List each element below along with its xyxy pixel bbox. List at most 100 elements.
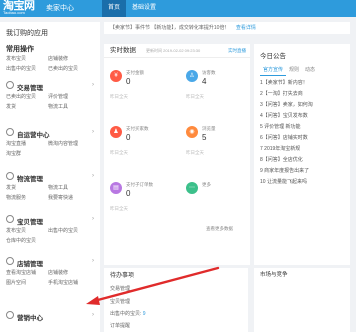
sidebar-link[interactable]: 发布宝贝 [6,55,48,62]
news-item[interactable]: 4【问答】宝贝发布数 [260,111,346,122]
self-operate-links: 淘宝直播 微淘内容管理 淘宝群 [6,140,96,157]
realtime-timestamp: 更新时间 2019-02-02 09:23:30 [146,48,201,53]
announcement-title: 今日公告 [260,53,286,60]
group-marketing[interactable]: 营销中心 [17,312,43,322]
sidebar-link[interactable]: 出售中的宝贝 [48,227,90,234]
todo-trade[interactable]: 交易管理 [110,285,130,292]
my-apps-title[interactable]: 我订购的应用 [6,28,48,38]
seller-center-title[interactable]: 卖家中心 [46,3,74,13]
sidebar-link[interactable]: 物流工具 [48,103,90,110]
chevron-right-icon: › [92,173,94,179]
sidebar-link[interactable]: 淘宝直播 [6,140,48,147]
stat-compare: 昨日全天 [110,206,128,211]
nav-item-3[interactable] [162,0,174,17]
sidebar-link[interactable]: 我要寄快递 [48,194,90,201]
todo-on-sale[interactable]: 出售中的宝贝: 9 [110,310,146,317]
stat-pageviews[interactable]: ◉ 浏览量 5 昨日全天 [180,122,244,162]
news-item[interactable]: 5 评价管理 新功能 [260,122,346,133]
news-item[interactable]: 10 让流量能飞起来吗 [260,177,346,188]
chevron-right-icon: › [92,312,94,318]
self-operate-icon [6,128,14,136]
nav-item-4[interactable] [174,0,186,17]
sidebar-link[interactable]: 发布宝贝 [6,227,48,234]
realtime-live-link[interactable]: 实时直播 [228,44,246,58]
stat-buyers[interactable]: ♟ 支付买家数 0 昨日全天 [104,122,168,162]
news-item[interactable]: 2【一淘】打失去商 [260,89,346,100]
nav-basic-settings[interactable]: 基础设置 [126,0,162,17]
today-announcement-panel: 今日公告 官方宣传 规则 动态 1【卖家节】新内容！ 2【一淘】打失去商 3【问… [254,44,350,265]
tab-dynamics[interactable]: 动态 [302,64,318,76]
stat-value: 0 [126,77,131,86]
group-self-operate[interactable]: 自运营中心 [17,129,50,139]
trade-links: 已卖出的宝贝 评价管理 发货 物流工具 [6,93,96,110]
sidebar-link[interactable]: 淘宝群 [6,150,48,157]
todo-label: 出售中的宝贝: [110,311,143,317]
chevron-right-icon: › [92,258,94,264]
sidebar-link[interactable]: 已卖出的宝贝 [48,65,90,72]
stat-label: 支付买家数 [126,126,149,131]
todo-count: 9 [142,311,146,317]
sidebar-link[interactable]: 发货 [6,103,48,110]
notice-link[interactable]: 查看详情 [236,25,256,31]
sidebar-link[interactable]: 评价管理 [48,93,90,100]
group-goods[interactable]: 宝贝管理 [17,216,43,226]
common-ops-title: 常用操作 [6,46,34,53]
chevron-right-icon: › [92,216,94,222]
news-item[interactable]: 8【问答】全店优化 [260,155,346,166]
sidebar-link[interactable]: 微淘内容管理 [48,140,90,147]
todo-panel: 待办事项 交易管理 宝贝管理 出售中的宝贝: 9 订单提醒 [104,268,248,332]
stat-compare: 昨日全天 [186,150,204,155]
chevron-right-icon: › [92,129,94,135]
news-item[interactable]: 3【问答】卖家，如何淘 [260,100,346,111]
stat-compare: 昨日全天 [110,150,128,155]
news-item[interactable]: 9 商家年度报告出来了 [260,166,346,177]
group-trade[interactable]: 交易管理 [17,82,43,92]
sidebar-link[interactable]: 出售中的宝贝 [6,65,48,72]
nav-home[interactable]: 首页 [102,0,127,17]
sidebar-link[interactable]: 店铺装修 [48,269,90,276]
logistics-icon [6,172,14,180]
sidebar-link[interactable]: 物流服务 [6,194,48,201]
sidebar-link[interactable]: 图片空间 [6,279,48,286]
stat-label: 支付金额 [126,70,144,75]
sidebar: 我订购的应用 常用操作 发布宝贝 店铺装修 出售中的宝贝 已卖出的宝贝 交易管理… [0,22,100,332]
sidebar-link[interactable]: 手机淘宝店铺 [48,279,90,286]
todo-orders[interactable]: 订单提醒 [110,322,130,329]
group-shop[interactable]: 店铺管理 [17,258,43,268]
stat-compare: 昨日全天 [110,94,128,99]
news-item[interactable]: 6【问答】店铺实时数 [260,133,346,144]
sidebar-link[interactable]: 已卖出的宝贝 [6,93,48,100]
marketing-icon [6,311,14,319]
todo-title: 待办事项 [110,273,135,279]
shop-links: 查看淘宝店铺 店铺装修 图片空间 手机淘宝店铺 [6,269,96,286]
stat-label: 访客数 [202,70,216,75]
stat-compare: 昨日全天 [186,94,204,99]
stat-visitors[interactable]: ♙ 访客数 4 昨日全天 [180,66,244,106]
stat-pay-amount[interactable]: ¥ 支付金额 0 昨日全天 [104,66,168,106]
sidebar-link[interactable]: 仓库中的宝贝 [6,237,48,244]
news-item[interactable]: 7 2019年淘宝新规 [260,144,346,155]
market-title: 市场与竞争 [260,272,288,278]
sidebar-link[interactable]: 物流工具 [48,184,90,191]
sidebar-link[interactable]: 查看淘宝店铺 [6,269,48,276]
stat-value: 0 [126,189,131,198]
market-panel: 市场与竞争 [254,268,350,332]
tab-official[interactable]: 官方宣传 [260,64,287,76]
more-data-link[interactable]: 查看更多数据 [206,226,233,232]
notice-text: 【卖家节】事件节 【新功能】，成交转化率提升10倍！ [110,25,230,31]
tab-rules[interactable]: 规则 [286,64,302,76]
taobao-logo[interactable]: 淘宝网 Taobao.com [3,1,41,16]
news-item[interactable]: 1【卖家节】新内容！ [260,78,346,89]
announcement-tabs: 官方宣传 规则 动态 [260,64,318,76]
sidebar-link[interactable]: 发货 [6,184,48,191]
stat-label: 支付子订单数 [126,182,153,187]
stat-more[interactable]: ⋯ 更多 [180,178,244,218]
chevron-right-icon: › [92,82,94,88]
sidebar-link[interactable]: 店铺装修 [48,55,90,62]
top-nav: 首页 基础设置 [102,0,186,17]
group-logistics[interactable]: 物流管理 [17,173,43,183]
todo-goods[interactable]: 宝贝管理 [110,298,130,305]
stat-sub-orders[interactable]: ▤ 支付子订单数 0 昨日全天 [104,178,168,218]
order-icon: ▤ [110,182,122,194]
stat-value: 4 [202,77,207,86]
